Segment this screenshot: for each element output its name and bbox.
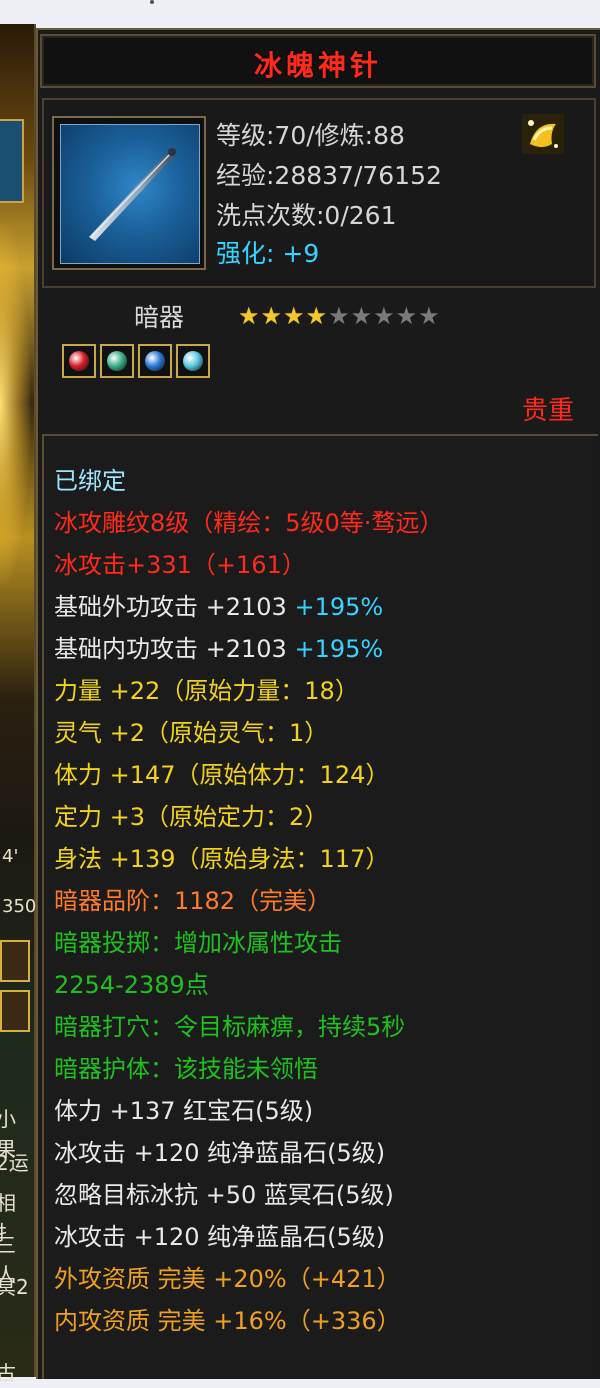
scene-text: 冥2	[0, 1275, 29, 1299]
enhance-label: 强化:	[216, 239, 275, 268]
gem-slots	[62, 344, 214, 378]
throw-skill-value: 2254-2389点	[54, 971, 209, 999]
item-info-box: 等级:70/修炼:88 经验:28837/76152 洗点次数:0/261 强化…	[42, 98, 596, 288]
green-gem-icon	[107, 351, 127, 371]
wash-count-line: 洗点次数:0/261	[216, 201, 397, 230]
acupoint-skill-line: 暗器打穴：令目标麻痹，持续5秒	[54, 1013, 406, 1041]
inner-aptitude-line: 内攻资质 完美 +16%（+336）	[54, 1307, 401, 1335]
base-outer-label: 基础外功攻击 +2103	[54, 593, 295, 621]
gem-bonus-line: 体力 +137 红宝石(5级)	[54, 1097, 314, 1125]
scene-portrait-frame	[0, 119, 24, 203]
base-inner-pct: +195%	[294, 635, 384, 663]
gem-slot[interactable]	[100, 344, 134, 378]
level-line: 等级:70/修炼:88	[216, 121, 405, 150]
star-empty-icon: ★	[328, 302, 351, 330]
bound-status: 已绑定	[54, 467, 126, 495]
scene-number: 4'	[2, 846, 19, 867]
guard-skill-line: 暗器护体：该技能未领悟	[54, 1055, 318, 1083]
star-empty-icon: ★	[350, 302, 374, 330]
item-title-bar: 冰魄神针	[40, 34, 596, 88]
scene-text: 2运	[0, 1151, 29, 1175]
scene-number: 350	[2, 896, 37, 917]
item-icon-frame	[52, 116, 206, 270]
spirit-line: 灵气 +2（原始灵气：1）	[54, 719, 329, 747]
gem-bonus-line: 冰攻击 +120 纯净蓝晶石(5级)	[54, 1223, 386, 1251]
star-empty-icon: ★	[373, 302, 396, 330]
strength-line: 力量 +22（原始力量：18）	[54, 677, 359, 705]
star-filled-icon: ★	[260, 302, 284, 330]
enhance-value: +9	[274, 239, 320, 268]
attribute-list: 已绑定 冰攻雕纹8级（精绘：5级0等·骛远） 冰攻击+331（+161） 基础外…	[42, 434, 598, 1379]
agility-line: 身法 +139（原始身法：117）	[54, 845, 390, 873]
scene-button[interactable]	[0, 940, 30, 982]
red-gem-icon	[69, 351, 89, 371]
scene-button[interactable]	[0, 990, 30, 1032]
throw-skill-line: 暗器投掷：增加冰属性攻击	[54, 929, 342, 957]
base-outer-attack: 基础外功攻击 +2103 +195%	[54, 592, 383, 622]
base-inner-label: 基础内功攻击 +2103	[54, 635, 295, 663]
star-rating: ★★★★★★★★★	[238, 302, 441, 330]
carve-line: 冰攻雕纹8级（精绘：5级0等·骛远）	[54, 509, 444, 537]
base-outer-pct: +195%	[294, 593, 384, 621]
star-filled-icon: ★	[283, 302, 306, 330]
gem-slot[interactable]	[138, 344, 172, 378]
star-empty-icon: ★	[395, 302, 419, 330]
browser-top-strip	[0, 0, 600, 24]
star-filled-icon: ★	[238, 302, 261, 330]
scene-glow	[0, 224, 30, 584]
enhance-line: 强化: +9	[216, 234, 319, 270]
gem-bonus-line: 冰攻击 +120 纯净蓝晶石(5级)	[54, 1139, 386, 1167]
vitality-line: 体力 +147（原始体力：124）	[54, 761, 390, 789]
outer-aptitude-line: 外攻资质 完美 +20%（+421）	[54, 1265, 401, 1293]
item-tooltip: 冰魄神针 等级:70/修炼:88 经验:28837/76152 洗点次数:0/2…	[36, 28, 600, 1379]
gem-bonus-line: 忽略目标冰抗 +50 蓝冥石(5级)	[54, 1181, 394, 1209]
rarity-label: 贵重	[521, 396, 574, 426]
star-filled-icon: ★	[305, 302, 329, 330]
needle-icon	[60, 124, 200, 264]
experience-line: 经验:28837/76152	[216, 161, 442, 190]
refine-icon[interactable]	[522, 114, 564, 154]
item-type: 暗器	[134, 303, 185, 332]
cursor-dot	[150, 0, 154, 4]
star-empty-icon: ★	[418, 302, 441, 330]
game-scene-background: 4' 350 小果 2运 相扌 三人 冥2 古	[0, 24, 37, 1385]
grade-line: 暗器品阶：1182（完美）	[54, 887, 332, 915]
gem-slot[interactable]	[176, 344, 210, 378]
cyan-gem-icon	[183, 351, 203, 371]
base-inner-attack: 基础内功攻击 +2103 +195%	[54, 634, 383, 664]
focus-line: 定力 +3（原始定力：2）	[54, 803, 329, 831]
scene-text: 古	[0, 1361, 16, 1385]
gem-slot[interactable]	[62, 344, 96, 378]
blue-gem-icon	[145, 351, 165, 371]
ice-attack-line: 冰攻击+331（+161）	[54, 551, 306, 579]
item-name: 冰魄神针	[253, 49, 382, 82]
